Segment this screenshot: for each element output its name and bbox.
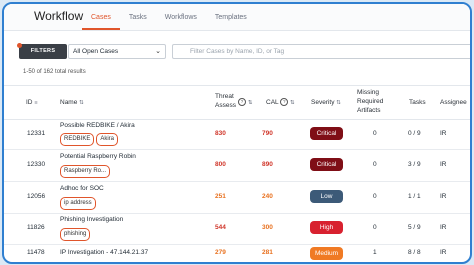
case-id: 12331 bbox=[27, 130, 46, 137]
filter-indicator-dot bbox=[17, 43, 22, 48]
column-id-label: ID bbox=[26, 99, 33, 106]
column-missing-artifacts[interactable]: Missing Required Artifacts bbox=[357, 88, 383, 115]
table-row[interactable]: 11826 Phishing Investigation phishing 54… bbox=[4, 214, 470, 245]
case-name[interactable]: Adhoc for SOC bbox=[60, 185, 104, 192]
case-name[interactable]: Phishing Investigation bbox=[60, 216, 123, 223]
tag-chip[interactable]: Raspberry Ro... bbox=[60, 165, 111, 178]
table-row[interactable]: 12331 Possible REDBIKE / Akira REDBIKE Ak… bbox=[4, 119, 470, 150]
tasks-progress: 0 / 9 bbox=[408, 130, 421, 137]
table-row[interactable]: 12056 Adhoc for SOC ip address 251 240 L… bbox=[4, 182, 470, 214]
severity-badge: Critical bbox=[310, 158, 343, 171]
missing-artifacts-count: 0 bbox=[373, 130, 377, 137]
case-filter-value: All Open Cases bbox=[73, 48, 119, 55]
case-filter-select[interactable]: All Open Cases ⌄ bbox=[68, 44, 166, 59]
sort-icon: ≡ bbox=[34, 100, 38, 106]
threat-score: 830 bbox=[215, 130, 226, 137]
severity-badge: High bbox=[310, 221, 343, 234]
assignee: IR bbox=[440, 224, 447, 231]
case-name[interactable]: IP Investigation - 47.144.21.37 bbox=[60, 249, 148, 256]
column-threat-label-1: Threat bbox=[215, 93, 234, 100]
sort-icon[interactable]: ⇅ bbox=[248, 100, 253, 106]
threat-score: 800 bbox=[215, 161, 226, 168]
tasks-progress: 3 / 9 bbox=[408, 161, 421, 168]
threat-score: 251 bbox=[215, 193, 226, 200]
tab-templates[interactable]: Templates bbox=[206, 4, 256, 30]
cal-score: 281 bbox=[262, 249, 273, 256]
missing-artifacts-count: 0 bbox=[373, 224, 377, 231]
app-title: Workflow bbox=[34, 9, 84, 23]
case-name[interactable]: Possible REDBIKE / Akira bbox=[60, 122, 135, 129]
case-tags: phishing bbox=[60, 228, 92, 241]
threat-score: 544 bbox=[215, 224, 226, 231]
column-tasks[interactable]: Tasks bbox=[409, 98, 426, 107]
case-tags: ip address bbox=[60, 197, 98, 210]
severity-badge: Low bbox=[310, 190, 343, 203]
info-icon[interactable]: ? bbox=[238, 98, 246, 107]
column-threat-assess[interactable]: Threat Assess bbox=[215, 92, 236, 110]
tab-bar: Cases Tasks Workflows Templates bbox=[82, 4, 256, 30]
assignee: IR bbox=[440, 161, 447, 168]
threat-score: 279 bbox=[215, 249, 226, 256]
column-missing-label-2: Required bbox=[357, 98, 384, 105]
column-id[interactable]: ID ≡ bbox=[26, 98, 38, 108]
threat-controls: ? ⇅ bbox=[238, 98, 252, 108]
case-id: 12330 bbox=[27, 161, 46, 168]
missing-artifacts-count: 0 bbox=[373, 161, 377, 168]
cal-score: 240 bbox=[262, 193, 273, 200]
app-window: Workflow Cases Tasks Workflows Templates… bbox=[2, 2, 472, 264]
tab-tasks[interactable]: Tasks bbox=[120, 4, 156, 30]
case-id: 11478 bbox=[27, 249, 45, 256]
filters-button[interactable]: FILTERS bbox=[19, 44, 67, 59]
missing-artifacts-count: 0 bbox=[373, 193, 377, 200]
column-name-label: Name bbox=[60, 99, 78, 106]
tasks-progress: 5 / 9 bbox=[408, 224, 421, 231]
severity-badge: Critical bbox=[310, 127, 343, 140]
assignee: IR bbox=[440, 193, 447, 200]
column-missing-label-3: Artifacts bbox=[357, 107, 381, 114]
column-tasks-label: Tasks bbox=[409, 99, 426, 106]
case-tags: Raspberry Ro... bbox=[60, 165, 112, 178]
chevron-down-icon: ⌄ bbox=[155, 48, 161, 55]
column-cal-label: CAL bbox=[266, 99, 279, 106]
table-row[interactable]: 12330 Potential Raspberry Robin Raspberr… bbox=[4, 150, 470, 182]
tag-chip[interactable]: Akira bbox=[96, 133, 119, 146]
column-missing-label-1: Missing bbox=[357, 89, 380, 96]
column-severity-label: Severity bbox=[311, 99, 335, 106]
assignee: IR bbox=[440, 249, 447, 256]
results-count: 1-50 of 162 total results bbox=[23, 69, 86, 75]
column-name[interactable]: Name ⇅ bbox=[60, 98, 84, 108]
tag-chip[interactable]: ip address bbox=[60, 197, 96, 210]
table-row[interactable]: 11478 IP Investigation - 47.144.21.37 27… bbox=[4, 245, 470, 262]
info-icon[interactable]: ? bbox=[280, 98, 289, 107]
assignee: IR bbox=[440, 130, 447, 137]
case-name[interactable]: Potential Raspberry Robin bbox=[60, 153, 136, 160]
tag-chip[interactable]: REDBIKE bbox=[60, 133, 95, 146]
cal-score: 890 bbox=[262, 161, 273, 168]
column-threat-label-2: Assess bbox=[215, 102, 236, 109]
case-search-input[interactable] bbox=[172, 44, 470, 59]
case-tags: REDBIKE Akira bbox=[60, 133, 120, 146]
severity-badge: Medium bbox=[310, 247, 343, 260]
column-cal[interactable]: CAL ? ⇅ bbox=[266, 98, 295, 108]
case-id: 12056 bbox=[27, 193, 46, 200]
sort-icon: ⇅ bbox=[336, 100, 341, 106]
table-header: ID ≡ Name ⇅ Threat Assess ? ⇅ CAL ? ⇅ Se… bbox=[4, 85, 470, 120]
column-assignee[interactable]: Assignee bbox=[440, 98, 467, 107]
tasks-progress: 8 / 8 bbox=[408, 249, 421, 256]
column-assignee-label: Assignee bbox=[440, 99, 467, 106]
column-severity[interactable]: Severity ⇅ bbox=[311, 98, 341, 108]
sort-icon: ⇅ bbox=[79, 100, 84, 106]
missing-artifacts-count: 1 bbox=[373, 249, 377, 256]
tasks-progress: 1 / 1 bbox=[408, 193, 421, 200]
cal-score: 300 bbox=[262, 224, 273, 231]
top-nav: Workflow Cases Tasks Workflows Templates bbox=[4, 4, 470, 31]
cal-score: 790 bbox=[262, 130, 273, 137]
tab-workflows[interactable]: Workflows bbox=[156, 4, 206, 30]
tag-chip[interactable]: phishing bbox=[60, 228, 91, 241]
case-id: 11826 bbox=[27, 224, 45, 231]
tab-cases[interactable]: Cases bbox=[82, 4, 120, 30]
sort-icon: ⇅ bbox=[290, 100, 295, 106]
